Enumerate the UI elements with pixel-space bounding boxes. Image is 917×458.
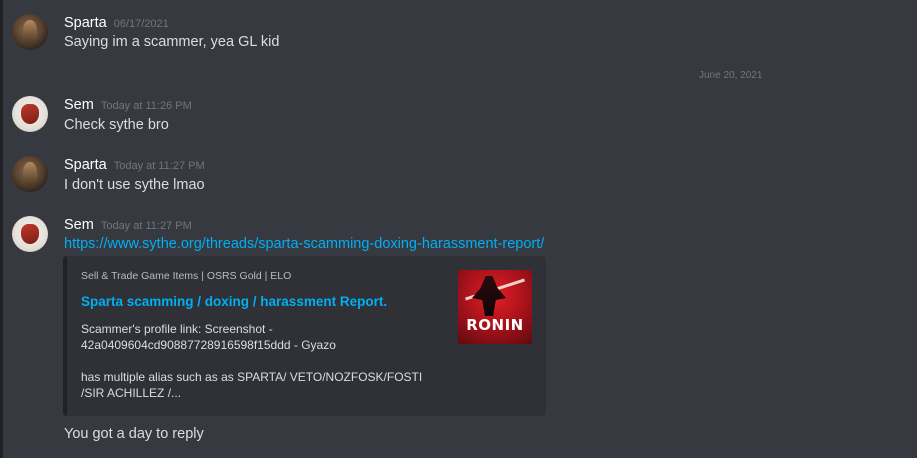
message-header: Sem Today at 11:27 PM [64,216,192,234]
timestamp: Today at 11:27 PM [100,220,192,232]
username[interactable]: Sparta [64,157,107,173]
timestamp: Today at 11:27 PM [113,160,205,172]
ninja-figure-icon [472,276,506,316]
avatar[interactable] [12,96,48,132]
message-text: You got a day to reply [64,426,204,442]
avatar[interactable] [12,14,48,50]
message-text: Check sythe bro [64,117,169,133]
username[interactable]: Sem [64,97,94,113]
embed-description: Scammer's profile link: Screenshot - 42a… [81,322,423,400]
embed-provider[interactable]: Sell & Trade Game Items | OSRS Gold | EL… [81,270,291,282]
message-text: I don't use sythe lmao [64,177,205,193]
date-divider: June 20, 2021 [699,70,763,81]
message-header: Sparta Today at 11:27 PM [64,156,205,174]
message-text: Saying im a scammer, yea GL kid [64,34,280,50]
embed-thumbnail[interactable]: RONIN [458,270,532,344]
window-edge [0,0,3,458]
avatar[interactable] [12,156,48,192]
username[interactable]: Sem [64,217,94,233]
timestamp: Today at 11:26 PM [100,100,192,112]
link-embed: Sell & Trade Game Items | OSRS Gold | EL… [63,256,546,416]
username[interactable]: Sparta [64,15,107,31]
embed-title[interactable]: Sparta scamming / doxing / harassment Re… [81,294,387,309]
thumbnail-logo-text: RONIN [466,316,524,334]
message-header: Sparta 06/17/2021 [64,14,169,32]
thread-link[interactable]: https://www.sythe.org/threads/sparta-sca… [64,236,544,252]
avatar[interactable] [12,216,48,252]
message-header: Sem Today at 11:26 PM [64,96,192,114]
timestamp: 06/17/2021 [113,18,169,30]
